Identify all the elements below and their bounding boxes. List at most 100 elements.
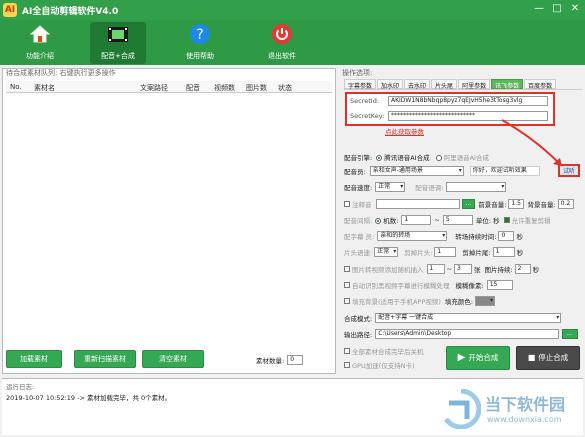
- checkbox-box: [344, 201, 350, 207]
- log-line: 2019-10-07 10:52:19 -> 素材加载完毕，共 0个素材。: [6, 394, 172, 402]
- fill-background-checkbox[interactable]: 填充背景(适用于手机APP视频): [344, 296, 441, 306]
- load-material-button[interactable]: 加载素材: [6, 350, 62, 368]
- tab-xunfei[interactable]: 讯飞参数: [491, 79, 524, 90]
- interval-max-input[interactable]: 5: [442, 215, 473, 225]
- mode-label: 合成模式:: [344, 315, 373, 323]
- front-volume-input[interactable]: 1.5: [508, 199, 525, 209]
- tone-select[interactable]: [446, 182, 507, 192]
- annotation-sound-path[interactable]: [375, 199, 460, 209]
- col-dub[interactable]: 配音: [186, 83, 200, 93]
- allow-repeat-checkbox[interactable]: 允许重复剪辑: [503, 215, 551, 225]
- toolbar-dub-button[interactable]: 配音+合成: [90, 22, 146, 64]
- engine-ali-label: 阿里语音AI合成: [443, 154, 489, 162]
- fill-background-label: 填充背景(适用于手机APP视频): [352, 298, 441, 306]
- tab-baidu[interactable]: 百度参数: [524, 79, 557, 90]
- col-status[interactable]: 状态: [278, 83, 292, 93]
- options-tabs: 字幕参数 加水印 去水印 片头尾 阿里参数 讯飞参数 百度参数: [344, 79, 582, 90]
- front-volume-label: 前景音量:: [478, 201, 507, 209]
- mode-select[interactable]: 配音+字幕 一键合成: [375, 313, 562, 323]
- tab-remove-watermark[interactable]: 去水印: [404, 79, 431, 90]
- col-script[interactable]: 文案路径: [140, 83, 168, 93]
- title-bar: AI AI全自动剪辑软件V4.0 — □ ✕: [0, 0, 585, 20]
- output-path-input[interactable]: C:\Users\Admin\Desktop: [375, 329, 560, 339]
- engine-ali-radio[interactable]: 阿里语音AI合成: [435, 152, 489, 162]
- image-to-input[interactable]: 3: [453, 264, 472, 274]
- image-duration-input[interactable]: 2: [514, 264, 531, 274]
- image-duration-unit: 秒: [532, 266, 540, 274]
- col-images[interactable]: 图片数: [246, 83, 267, 93]
- tail-cut-input[interactable]: 1: [492, 247, 515, 257]
- browse-output-button[interactable]: ...: [562, 329, 579, 339]
- stop-compose-label: 停止合成: [538, 353, 569, 362]
- engine-tencent-radio[interactable]: 腾讯语音AI合成: [376, 152, 430, 162]
- image-insert-label: 图片转视频添加随机插入: [352, 266, 424, 274]
- get-params-link[interactable]: 点此获取参数: [385, 126, 424, 136]
- transition-time-label: 转场持续时间:: [455, 233, 497, 241]
- start-compose-button[interactable]: ▶ 开始合成: [446, 346, 510, 370]
- options-title: 操作选项:: [342, 69, 373, 77]
- preview-text-input[interactable]: 你好，欢迎试听效果: [469, 166, 540, 176]
- transition-time-input[interactable]: 0: [498, 231, 515, 241]
- transition-time-unit: 秒: [516, 233, 523, 241]
- toolbar-exit-label: 退出软件: [268, 52, 296, 60]
- play-icon: ▶: [457, 352, 466, 363]
- interval-random-label: 机数:: [383, 217, 399, 225]
- bg-volume-input[interactable]: 0.2: [557, 199, 574, 209]
- tab-add-watermark[interactable]: 加水印: [377, 79, 404, 90]
- toolbar-exit-button[interactable]: 退出软件: [254, 22, 310, 64]
- interval-min-input[interactable]: 1: [401, 215, 432, 225]
- shutdown-checkbox[interactable]: 全部素材合成完毕后关机: [344, 346, 424, 356]
- downxia-logo-icon: [443, 389, 481, 429]
- annotation-sound-checkbox[interactable]: 注释音: [344, 199, 372, 209]
- clear-material-button[interactable]: 清空素材: [142, 350, 204, 368]
- tab-intro-outro[interactable]: 片头尾: [431, 79, 458, 90]
- col-videos[interactable]: 视频数: [214, 83, 235, 93]
- close-button[interactable]: ✕: [569, 3, 581, 15]
- toolbar-help-button[interactable]: ? 使用帮助: [172, 22, 228, 64]
- transition-label: 配字幕 员:: [344, 233, 375, 241]
- checkbox-box: [344, 362, 350, 368]
- blur-pixel-input[interactable]: 15: [486, 280, 513, 290]
- toolbar-intro-button[interactable]: 功能介绍: [12, 22, 68, 64]
- image-insert-checkbox[interactable]: 图片转视频添加随机插入: [344, 264, 424, 274]
- auto-blur-checkbox[interactable]: 自动识别黑视频字幕进行模糊处理: [344, 280, 450, 290]
- transition-select[interactable]: 亲和的转场: [377, 231, 448, 241]
- site-watermark: 当下软件园 www.downxia.com: [441, 389, 581, 431]
- maximize-button[interactable]: □: [551, 3, 563, 15]
- app-logo: AI: [3, 3, 17, 17]
- minimize-button[interactable]: —: [533, 3, 545, 15]
- allow-repeat-label: 允许重复剪辑: [511, 217, 551, 225]
- browse-annotation-button[interactable]: ...: [461, 199, 476, 209]
- engine-label: 配音引擎:: [344, 154, 373, 162]
- range-separator: ~: [434, 216, 440, 224]
- material-queue-panel[interactable]: [2, 68, 336, 374]
- voice-select[interactable]: 亲和女声-通用场景: [369, 166, 464, 176]
- rescan-material-button[interactable]: 重新扫描素材: [74, 350, 136, 368]
- fill-color-label: 填充颜色:: [444, 298, 474, 306]
- radio-dot: [376, 155, 383, 161]
- toolbar-help-label: 使用帮助: [186, 52, 214, 60]
- stop-compose-button[interactable]: ■ 停止合成: [516, 346, 580, 370]
- start-compose-label: 开始合成: [468, 353, 499, 362]
- col-no[interactable]: No.: [10, 83, 22, 91]
- test-listen-button[interactable]: 试听: [558, 164, 580, 177]
- shutdown-label: 全部素材合成完毕后关机: [352, 348, 424, 356]
- unit-label: 单位:: [475, 217, 492, 225]
- gpu-checkbox[interactable]: GPU加速(仅支持N卡): [344, 360, 415, 370]
- col-name[interactable]: 素材名: [34, 83, 55, 93]
- watermark-cn: 当下软件园: [485, 395, 566, 414]
- secret-key-label: SecretKey:: [350, 112, 385, 120]
- tab-subtitle[interactable]: 字幕参数: [344, 79, 377, 90]
- head-cut-input[interactable]: 1: [434, 247, 457, 257]
- annotation-sound-label: 注释音: [352, 201, 372, 209]
- tab-aliyun[interactable]: 阿里参数: [458, 79, 491, 90]
- head-speed-select[interactable]: 正常: [374, 247, 399, 257]
- speed-select[interactable]: 正常: [375, 182, 406, 192]
- interval-random-radio[interactable]: 机数:: [375, 215, 398, 225]
- image-from-input[interactable]: 1: [426, 264, 445, 274]
- head-speed-label: 片头语速:: [344, 249, 373, 257]
- fill-color-select[interactable]: [475, 296, 496, 306]
- power-icon: [270, 22, 294, 46]
- secret-id-input[interactable]: AKIDW1N8bNbqp8pyz7qEJvH5he3tTosg3vlg: [388, 96, 548, 106]
- image-unit: 张: [473, 266, 481, 274]
